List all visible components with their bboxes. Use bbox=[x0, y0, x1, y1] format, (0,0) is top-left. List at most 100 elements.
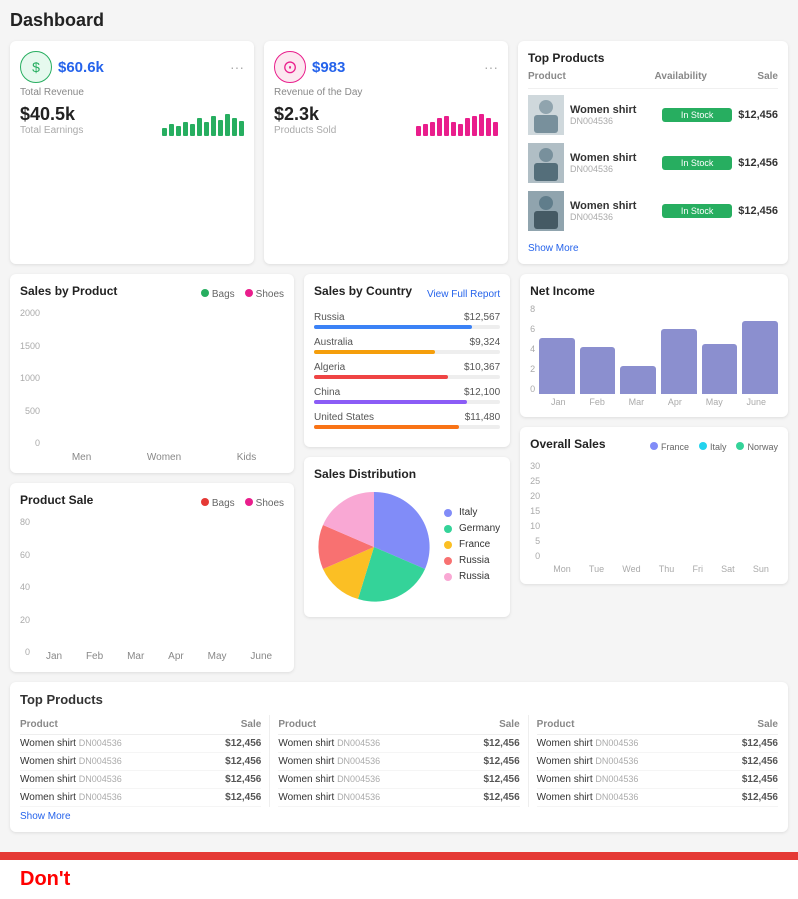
country-name: United States bbox=[314, 412, 374, 423]
pie-chart bbox=[314, 487, 434, 607]
bt-header-1: Product Sale bbox=[20, 715, 261, 735]
view-full-report-btn[interactable]: View Full Report bbox=[427, 289, 500, 300]
os-x-axis: MonTueWedThuFriSatSun bbox=[544, 564, 778, 574]
product-name: Women shirt bbox=[570, 200, 662, 212]
ni-bar-feb bbox=[580, 347, 616, 394]
bt-h-product-2: Product bbox=[278, 719, 439, 730]
product-sale-title: Product Sale bbox=[20, 493, 93, 507]
legend-shoes-2: Shoes bbox=[245, 498, 284, 509]
product-info: Women shirt DN004536 bbox=[570, 200, 662, 222]
bt-h-sale-1: Sale bbox=[181, 719, 261, 730]
x-label-kids: Kids bbox=[237, 452, 256, 463]
product-sale-card: Product Sale Bags Shoes 806040200 bbox=[10, 483, 294, 672]
country-value: $12,567 bbox=[464, 312, 500, 323]
product-sku: DN004536 bbox=[570, 116, 662, 126]
table-row: Women shirt DN004536$12,456 bbox=[537, 771, 778, 789]
day-revenue-mini-chart bbox=[416, 108, 498, 136]
ni-bar-mar bbox=[620, 366, 656, 394]
revenue-more-btn[interactable]: ··· bbox=[230, 59, 244, 75]
show-more-right-btn[interactable]: Show More bbox=[528, 243, 579, 254]
ni-bar-jan bbox=[539, 338, 575, 394]
sales-by-product-legend: Bags Shoes bbox=[201, 289, 284, 300]
bt-h-sale-2: Sale bbox=[439, 719, 519, 730]
table-row: Women shirt DN004536 In Stock $12,456 bbox=[528, 191, 778, 231]
x-mar: Mar bbox=[127, 651, 144, 662]
bt-header-3: Product Sale bbox=[537, 715, 778, 735]
legend-france: France bbox=[444, 539, 500, 550]
table-row: Women shirt DN004536$12,456 bbox=[278, 753, 519, 771]
legend-bags: Bags bbox=[201, 289, 235, 300]
country-rows: Russia$12,567 Australia$9,324 Algeria$10… bbox=[314, 312, 500, 429]
country-value: $11,480 bbox=[465, 412, 500, 423]
ni-x-axis: JanFebMarAprMayJune bbox=[539, 397, 778, 407]
ps-y-axis: 806040200 bbox=[20, 517, 34, 657]
table-row: Women shirt DN004536$12,456 bbox=[20, 735, 261, 753]
total-earnings-value: $40.5k bbox=[20, 104, 83, 125]
country-name: Algeria bbox=[314, 362, 345, 373]
sales-by-country-title: Sales by Country bbox=[314, 284, 412, 298]
net-income-chart: 86420 JanFebMarAprMayJune bbox=[530, 304, 778, 407]
country-us: United States $11,480 bbox=[314, 412, 500, 429]
products-sold-value: $2.3k bbox=[274, 104, 336, 125]
overall-sales-card: Overall Sales France Italy Norway 302520… bbox=[520, 427, 788, 584]
product-sku: DN004536 bbox=[570, 212, 662, 222]
os-bars-container bbox=[544, 461, 778, 561]
country-value: $10,367 bbox=[464, 362, 500, 373]
ps-x-axis: Jan Feb Mar Apr May June bbox=[34, 651, 284, 662]
overall-sales-chart: 302520151050 bbox=[530, 461, 778, 574]
ni-bar-may bbox=[702, 344, 738, 394]
product-image bbox=[528, 95, 564, 135]
legend-bags-2: Bags bbox=[201, 498, 235, 509]
bars-container bbox=[44, 308, 284, 448]
dashboard: Dashboard $ $60.6k ··· Total Revenue bbox=[0, 0, 798, 852]
country-name: Russia bbox=[314, 312, 345, 323]
day-revenue-big: $983 bbox=[312, 59, 345, 76]
x-may: May bbox=[208, 651, 227, 662]
bt-h-product-1: Product bbox=[20, 719, 181, 730]
bt-header-2: Product Sale bbox=[278, 715, 519, 735]
country-value: $9,324 bbox=[470, 337, 501, 348]
sales-dist-title: Sales Distribution bbox=[314, 467, 500, 481]
product-sku: DN004536 bbox=[570, 164, 662, 174]
pie-legend: Italy Germany France Russia bbox=[444, 507, 500, 587]
ni-y-axis: 86420 bbox=[530, 304, 539, 394]
product-info: Women shirt DN004536 bbox=[570, 104, 662, 126]
overall-sales-title: Overall Sales bbox=[530, 437, 605, 451]
table-row: Women shirt DN004536$12,456 bbox=[537, 735, 778, 753]
x-label-women: Women bbox=[147, 452, 181, 463]
footer-section: Don't bbox=[0, 860, 798, 899]
bottom-section-1: Product Sale Women shirt DN004536$12,456… bbox=[20, 715, 261, 807]
x-apr: Apr bbox=[168, 651, 184, 662]
top-products-right-title: Top Products bbox=[528, 51, 778, 65]
bottom-section-3: Product Sale Women shirt DN004536$12,456… bbox=[537, 715, 778, 807]
total-revenue-label: Total Revenue bbox=[20, 87, 244, 98]
top-products-right-card: Top Products Product Availability Sale W… bbox=[518, 41, 788, 264]
table-row: Women shirt DN004536 In Stock $12,456 bbox=[528, 143, 778, 183]
total-revenue-card: $ $60.6k ··· Total Revenue $40.5k Total … bbox=[10, 41, 254, 264]
country-value: $12,100 bbox=[464, 387, 500, 398]
table-row: Women shirt DN004536$12,456 bbox=[278, 771, 519, 789]
country-name: China bbox=[314, 387, 340, 398]
ni-bar-june bbox=[742, 321, 778, 394]
show-more-bottom-btn[interactable]: Show More bbox=[20, 811, 71, 822]
net-income-card: Net Income 86420 bbox=[520, 274, 788, 417]
legend-italy-overall: Italy bbox=[699, 442, 727, 452]
availability-badge: In Stock bbox=[662, 204, 731, 218]
net-income-title: Net Income bbox=[530, 284, 778, 298]
products-sold-label: Products Sold bbox=[274, 125, 336, 136]
x-feb: Feb bbox=[86, 651, 103, 662]
legend-germany: Germany bbox=[444, 523, 500, 534]
legend-italy: Italy bbox=[444, 507, 500, 518]
table-divider-2 bbox=[528, 715, 529, 807]
table-row: Women shirt DN004536 In Stock $12,456 bbox=[528, 95, 778, 135]
day-revenue-more-btn[interactable]: ··· bbox=[484, 59, 498, 75]
sales-distribution-card: Sales Distribution bbox=[304, 457, 510, 617]
legend-france-overall: France bbox=[650, 442, 689, 452]
product-sale-chart: 806040200 bbox=[20, 517, 284, 662]
legend-russia2: Russia bbox=[444, 571, 500, 582]
country-china: China $12,100 bbox=[314, 387, 500, 404]
ni-bar-apr bbox=[661, 329, 697, 394]
red-bar bbox=[0, 852, 798, 860]
product-sale-legend: Bags Shoes bbox=[201, 498, 284, 509]
country-russia: Russia $12,567 bbox=[314, 312, 500, 329]
